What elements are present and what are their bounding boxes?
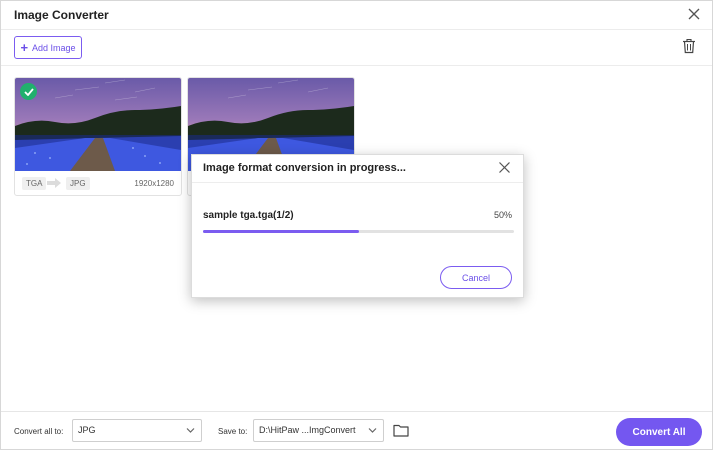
close-icon[interactable]: [686, 6, 702, 22]
window-title: Image Converter: [14, 8, 109, 22]
dialog-divider: [192, 182, 523, 183]
output-format-select[interactable]: JPG: [72, 419, 202, 442]
convert-all-to-label: Convert all to:: [14, 427, 64, 436]
plus-icon: +: [20, 40, 29, 55]
card-footer: TGA JPG 1920x1280: [15, 171, 181, 195]
chevron-down-icon: [186, 428, 195, 433]
image-converter-window: Image Converter + Add Image TGA JPG 1920…: [0, 0, 713, 450]
add-image-button[interactable]: + Add Image: [14, 36, 82, 59]
progress-percent: 50%: [493, 210, 512, 220]
cancel-button[interactable]: Cancel: [440, 266, 512, 289]
save-path-value: D:\HitPaw ...ImgConvert: [259, 425, 356, 435]
toolbar: + Add Image: [1, 29, 712, 66]
folder-icon[interactable]: [393, 423, 409, 437]
progress-bar: [203, 230, 514, 233]
convert-all-button[interactable]: Convert All: [616, 418, 702, 446]
close-icon[interactable]: [498, 161, 511, 174]
resolution-label: 1920x1280: [134, 179, 174, 188]
arrow-right-icon: [47, 178, 61, 188]
progress-fill: [203, 230, 359, 233]
trash-icon[interactable]: [682, 38, 696, 54]
converted-check-icon: [20, 83, 37, 100]
output-format-value: JPG: [78, 425, 96, 435]
chevron-down-icon: [368, 428, 377, 433]
source-format-badge: TGA: [22, 177, 47, 190]
title-bar: Image Converter: [1, 1, 712, 29]
save-path-select[interactable]: D:\HitPaw ...ImgConvert: [253, 419, 384, 442]
conversion-progress-dialog: Image format conversion in progress... s…: [191, 154, 524, 298]
image-card[interactable]: TGA JPG 1920x1280: [14, 77, 182, 196]
dialog-title: Image format conversion in progress...: [203, 162, 406, 174]
bottom-bar: Convert all to: JPG Save to: D:\HitPaw .…: [1, 411, 712, 449]
image-thumbnail: [15, 78, 181, 171]
add-image-label: Add Image: [32, 42, 76, 53]
current-file-label: sample tga.tga(1/2): [203, 210, 294, 221]
save-to-label: Save to:: [218, 427, 248, 436]
target-format-badge: JPG: [66, 177, 90, 190]
